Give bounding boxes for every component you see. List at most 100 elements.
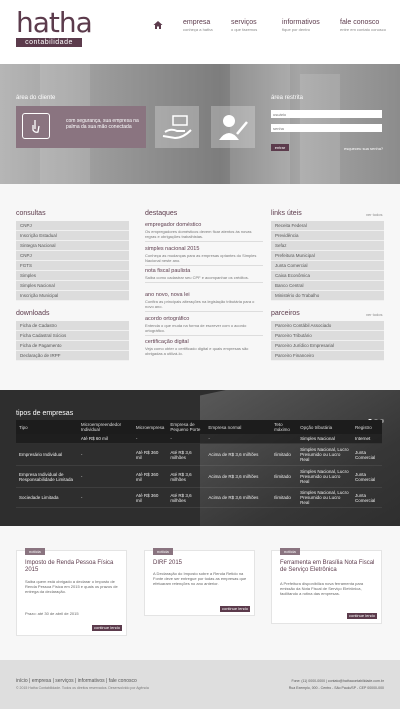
destaque-heading: certificação digital — [145, 339, 189, 345]
links-uteis-item[interactable]: Sefaz — [271, 241, 384, 251]
table-cell: Ilimitado — [271, 465, 298, 488]
destaque-heading: ano novo, nova lei — [145, 292, 190, 298]
hand-money-tile[interactable] — [155, 106, 199, 148]
username-input[interactable] — [271, 110, 382, 118]
table-cell: Empresário Individual — [16, 443, 78, 466]
parceiros-item[interactable]: Parceiro Jurídico Empresarial — [271, 341, 384, 351]
table-cell: Acima de R$ 3,6 milhões — [205, 443, 272, 466]
destaque-heading: acordo ortográfico — [145, 316, 190, 322]
table-cell: Simples Nacional, Lucro Presumido ou Luc… — [297, 465, 352, 488]
consultas-item[interactable]: CNPJ — [16, 221, 129, 231]
nav-title: empresa — [183, 19, 211, 26]
destaque-item[interactable]: ano novo, nova lei Confira as principais… — [145, 292, 263, 312]
destaque-item[interactable]: acordo ortográfico Entenda o que muda na… — [145, 316, 263, 336]
downloads-item[interactable]: Ficha de Cadastro — [16, 321, 129, 331]
column-header: Registro — [351, 420, 382, 434]
destaque-desc: Os empregadores domésticos devem ficar a… — [145, 229, 252, 239]
table-cell: - — [167, 434, 206, 444]
parceiros-more[interactable]: ver todos — [366, 312, 382, 317]
table-cell: Junta Comercial — [351, 465, 382, 488]
consultas-item[interactable]: Sintegra Nacional — [16, 241, 129, 251]
continue-reading-button[interactable]: continue lendo — [220, 606, 250, 612]
links-uteis-item[interactable]: Caixa Econômica — [271, 271, 384, 281]
table-row: Empresa Individual de Responsabilidade L… — [16, 465, 382, 488]
table-row: Até R$ 60 mil - - - Simples Nacional Int… — [16, 434, 382, 444]
card-title: Imposto de Renda Pessoa Física 2015 — [25, 560, 114, 573]
table-cell: - — [205, 434, 272, 444]
table-cell: Ilimitado — [271, 487, 298, 508]
downloads-item[interactable]: Ficha Cadastral Sócios — [16, 331, 129, 341]
footer-address: Rua Exemplo, 000 - Centro - São Paulo/SP… — [288, 686, 384, 690]
footer-nav[interactable]: início | empresa | serviços | informativ… — [16, 678, 137, 684]
destaques-title: destaques — [145, 210, 178, 217]
login-label: área restrita — [271, 95, 304, 101]
footer-copyright: © 2015 Hatha Contabilidade. Todos os dir… — [16, 686, 149, 690]
consultas-item[interactable]: Inscrição Municipal — [16, 291, 129, 301]
destaque-item[interactable]: certificação digital Veja como obter o c… — [145, 339, 263, 356]
parceiros-item[interactable]: Parceiro Tributário — [271, 331, 384, 341]
card-desc: A Prefeitura disponibiliza nova ferramen… — [280, 581, 364, 596]
links-uteis-item[interactable]: Previdência — [271, 231, 384, 241]
forgot-password-link[interactable]: esqueceu sua senha? — [344, 146, 383, 151]
card-tag: notícia — [153, 548, 173, 555]
table-cell: Simples Nacional — [297, 434, 352, 444]
hero-banner: área do cliente com segurança, sua empre… — [0, 64, 400, 184]
home-icon[interactable] — [153, 20, 163, 30]
nav-empresa[interactable]: empresa conheça a hatha — [183, 19, 213, 32]
links-uteis-item[interactable]: Prefeitura Municipal — [271, 251, 384, 261]
downloads-item[interactable]: Ficha de Pagamento — [16, 341, 129, 351]
login-button[interactable]: entrar — [271, 144, 289, 151]
password-input[interactable] — [271, 124, 382, 132]
nav-informativos[interactable]: informativos fique por dentro — [282, 19, 320, 32]
destaque-item[interactable]: nota fiscal paulista Saiba como cadastra… — [145, 268, 263, 283]
consultas-item[interactable]: Inscrição Estadual — [16, 231, 129, 241]
parceiros-item[interactable]: Parceiro Financeiro — [271, 351, 384, 361]
destaque-desc: Conheça as mudanças para as empresas opt… — [145, 253, 257, 263]
consultas-item[interactable]: Simples Nacional — [16, 281, 129, 291]
links-uteis-item[interactable]: Ministério do Trabalho — [271, 291, 384, 301]
destaque-item[interactable]: empregador doméstico Os empregadores dom… — [145, 222, 263, 242]
hand-money-icon — [162, 115, 192, 140]
nav-fale-conosco[interactable]: fale conosco entre em contato conosco — [340, 19, 386, 32]
column-header: Teto máximo — [271, 420, 298, 434]
column-header: Empresa normal — [205, 420, 272, 434]
destaque-desc: Confira as principais alterações na legi… — [145, 299, 255, 309]
logo[interactable]: hatha contabilidade — [16, 9, 93, 47]
column-header: Tipo — [16, 420, 78, 434]
destaque-heading: simples nacional 2015 — [145, 246, 200, 252]
site-footer: início | empresa | serviços | informativ… — [0, 660, 400, 709]
footer-contact: Fone: (11) 0000-0000 | contato@hathacont… — [291, 679, 384, 683]
consultas-item[interactable]: CNPJ — [16, 251, 129, 261]
continue-reading-button[interactable]: continue lendo — [347, 613, 377, 619]
divider — [145, 335, 263, 336]
news-card[interactable]: notícia Imposto de Renda Pessoa Física 2… — [16, 548, 127, 636]
table-cell: Simples Nacional, Lucro Presumido ou Luc… — [297, 443, 352, 466]
table-cell: Até R$ 60 mil — [77, 434, 133, 444]
consultas-item[interactable]: FGTS — [16, 261, 129, 271]
user-sign-tile[interactable] — [211, 106, 255, 148]
parceiros-item[interactable]: Parceiro Contábil Associado — [271, 321, 384, 331]
news-card[interactable]: notícia DIRF 2015 A Declaração do Impost… — [144, 548, 255, 616]
table-cell: - — [77, 465, 133, 488]
links-uteis-more[interactable]: ver todos — [366, 212, 382, 217]
consultas-item[interactable]: Simples — [16, 271, 129, 281]
news-card[interactable]: notícia Ferramenta em Brasília Nota Fisc… — [271, 548, 382, 624]
nav-subtitle: entre em contato conosco — [340, 27, 387, 32]
table-cell: Internet — [351, 434, 382, 444]
nav-servicos[interactable]: serviços o que fazemos — [231, 19, 257, 32]
divider — [145, 241, 263, 242]
continue-reading-button[interactable]: continue lendo — [92, 625, 122, 631]
downloads-item[interactable]: Declaração de IRPF — [16, 351, 129, 361]
column-header: Microempreendedor Individual — [77, 420, 133, 434]
table-cell: Até R$ 360 mil — [132, 443, 168, 466]
links-uteis-item[interactable]: Banco Central — [271, 281, 384, 291]
column-header: Opção tributária — [297, 420, 352, 434]
client-area-text: com segurança, sua empresa na palma da s… — [66, 118, 139, 130]
links-uteis-item[interactable]: Receita Federal — [271, 221, 384, 231]
links-uteis-item[interactable]: Junta Comercial — [271, 261, 384, 271]
client-area-label: área do cliente — [16, 95, 56, 101]
destaque-item[interactable]: simples nacional 2015 Conheça as mudança… — [145, 246, 263, 266]
client-area-box[interactable]: com segurança, sua empresa na palma da s… — [16, 106, 146, 148]
nav-subtitle: conheça a hatha — [183, 27, 213, 32]
consultas-title: consultas — [16, 210, 46, 217]
